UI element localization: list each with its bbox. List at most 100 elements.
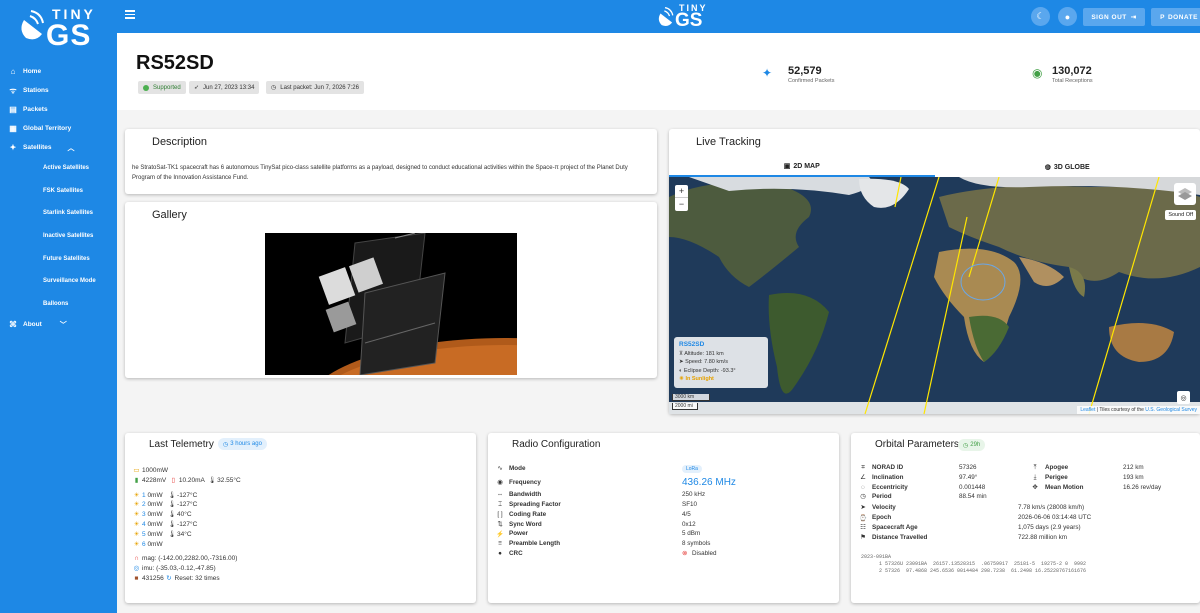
orbital-value: 2026-06-06 03:14:48 UTC (1018, 514, 1092, 521)
home-icon: ⌂ (10, 67, 16, 76)
panel-power: 0mW (147, 520, 163, 528)
gyro-icon: ◎ (133, 565, 140, 573)
age-icon: ☷ (860, 524, 866, 531)
panel-power: 0mW (147, 491, 163, 499)
tinygs-logo[interactable]: TINY GS (16, 4, 106, 52)
zoom-out-button[interactable]: − (675, 198, 688, 211)
satellite-name: RS52SD (136, 52, 214, 74)
imu-value: imu: (-35.03,-0.12,-47.85) (142, 565, 216, 573)
panel-number: 2 (142, 501, 146, 509)
radio-row: ◉ Frequency 436.26 MHz (488, 477, 839, 489)
tab-3d-globe[interactable]: ◍ 3D GLOBE (935, 157, 1200, 177)
antenna-icon: ◉ (1032, 66, 1043, 80)
radio-row: ∿ Mode LoRa (488, 465, 839, 475)
power-icon: ⚡ (496, 531, 504, 539)
sidebar-subitem-inactive-satellites[interactable]: Inactive Satellites (0, 225, 117, 248)
sign-out-label: SIGN OUT (1091, 13, 1127, 21)
logout-icon: ⇥ (1130, 14, 1137, 21)
launch-date: Jun 27, 2023 13:34 (203, 84, 255, 91)
layers-button[interactable] (1174, 183, 1196, 205)
confirmed-packets-value: 52,579 (788, 65, 822, 77)
rocket-icon: ➶ (194, 85, 200, 91)
map-icon: ▣ (783, 163, 791, 170)
sidebar-item-label: Stations (23, 87, 49, 94)
orbital-row: ◌ Eccentricity 0.001448 (851, 484, 1031, 494)
sidebar-subitem-balloons[interactable]: Balloons (0, 293, 117, 316)
donate-button[interactable]: P DONATE (1151, 8, 1200, 26)
panel-number: 3 (142, 511, 146, 519)
sidebar-item-label: About (23, 321, 42, 329)
sidebar-subitem-surveillance-mode[interactable]: Surveillance Mode (0, 270, 117, 293)
sound-toggle-button[interactable]: Sound Off (1165, 210, 1196, 220)
radio-row: ≡ Preamble Length 8 symbols (488, 540, 839, 550)
thermometer-icon: 🌡︎ (208, 476, 217, 484)
orbital-row: ⌚ Epoch 2026-06-06 03:14:48 UTC (851, 514, 1200, 524)
apogee-icon: ⤒ (1033, 464, 1037, 471)
telemetry-age: 3 hours ago (230, 441, 262, 447)
orbital-value: 1,075 days (2.9 years) (1018, 524, 1081, 531)
orbital-params-title: Orbital Parameters (875, 439, 959, 450)
top-logo[interactable]: TINY GS (655, 3, 715, 31)
sidebar-item-stations[interactable]: ᯤ Stations (0, 81, 117, 100)
satellite-info-popup: RS52SD ⊼ Altitude: 181 km ➤ Speed: 7.80 … (674, 337, 768, 388)
sidebar-item-label: Home (23, 68, 42, 75)
moon-icon: ☾ (1036, 11, 1045, 21)
orbital-row: ✥ Mean Motion 16.26 rev/day (1031, 484, 1200, 494)
sync-icon: ⇅ (497, 520, 503, 528)
theme-toggle-button[interactable]: ☾ (1031, 7, 1050, 26)
chevron-down-icon: ﹀ (59, 321, 67, 329)
scale-mi: 2000 mi (672, 403, 698, 410)
popup-sunlight: In Sunlight (685, 376, 714, 382)
sidebar-item-home[interactable]: ⌂ Home (0, 62, 117, 81)
gallery-card: Gallery (125, 202, 657, 378)
sidebar-item-global-territory[interactable]: ▦ Global Territory (0, 119, 117, 138)
orbital-key: Mean Motion (1045, 483, 1084, 491)
sidebar-subitem-future-satellites[interactable]: Future Satellites (0, 247, 117, 270)
zoom-in-button[interactable]: + (675, 185, 688, 198)
zoom-control: + − (675, 185, 688, 211)
account-button[interactable]: ● (1058, 7, 1077, 26)
sidebar-item-about[interactable]: ⌘ About ﹀ (0, 315, 117, 334)
radio-key: CRC (509, 550, 523, 558)
center-map-button[interactable]: ◎ (1177, 391, 1190, 404)
sidebar-subitem-active-satellites[interactable]: Active Satellites (0, 157, 117, 180)
panel-temp: -127°C (177, 520, 198, 528)
description-title: Description (152, 136, 208, 148)
sidebar-item-label: Global Territory (23, 125, 72, 132)
usgs-link[interactable]: U.S. Geological Survey (1145, 407, 1197, 413)
radio-value: 250 kHz (682, 490, 706, 498)
sign-out-button[interactable]: SIGN OUT ⇥ (1083, 8, 1145, 26)
popup-speed: Speed: 7.80 km/s (685, 359, 728, 365)
tle-text: 2023-091BA 1 57326U 23091BA 26157.135283… (861, 554, 1086, 575)
menu-icon[interactable] (125, 10, 135, 20)
confirmed-packets-stat: 52,579 Confirmed Packets (788, 65, 834, 84)
sidebar-item-packets[interactable]: ▤ Packets (0, 100, 117, 119)
logo-gs-text: GS (675, 10, 703, 31)
radio-key: Coding Rate (509, 510, 547, 518)
tab-2d-map[interactable]: ▣ 2D MAP (669, 157, 935, 177)
orbital-key: Spacecraft Age (872, 524, 918, 531)
orbital-key: Velocity (872, 504, 896, 511)
telemetry-age-badge: ◷ 3 hours ago (218, 438, 267, 450)
antenna-icon: ᯤ (9, 86, 17, 95)
scale-km: 3000 km (672, 394, 710, 401)
globe-icon: ◍ (1044, 164, 1051, 171)
gallery-image[interactable] (265, 233, 517, 375)
popup-satellite-name[interactable]: RS52SD (679, 341, 763, 350)
radio-key: Bandwidth (509, 490, 542, 498)
sun-icon: ☀ (133, 520, 140, 528)
preamble-icon: ≡ (498, 540, 502, 548)
orbital-row: ⤓ Perigee 193 km (1031, 474, 1200, 484)
current-icon: ▯ (171, 476, 176, 484)
map-attribution: Leaflet | Tiles courtesy of the U.S. Geo… (1077, 406, 1200, 414)
leaflet-link[interactable]: Leaflet (1080, 407, 1095, 413)
sidebar-subitem-starlink-satellites[interactable]: Starlink Satellites (0, 202, 117, 225)
orbital-value: 16.26 rev/day (1123, 483, 1162, 491)
satellite-dish-icon (20, 10, 44, 40)
world-map[interactable]: + − Sound Off RS52SD ⊼ Altitude: 181 km … (669, 177, 1200, 414)
sidebar-item-satellites[interactable]: ✦ Satellites ︿ (0, 138, 117, 157)
check-circle-icon: ● (498, 550, 502, 558)
tab-label: 3D GLOBE (1053, 163, 1090, 171)
sidebar-subitem-fsk-satellites[interactable]: FSK Satellites (0, 180, 117, 203)
telemetry-title: Last Telemetry (149, 439, 214, 450)
